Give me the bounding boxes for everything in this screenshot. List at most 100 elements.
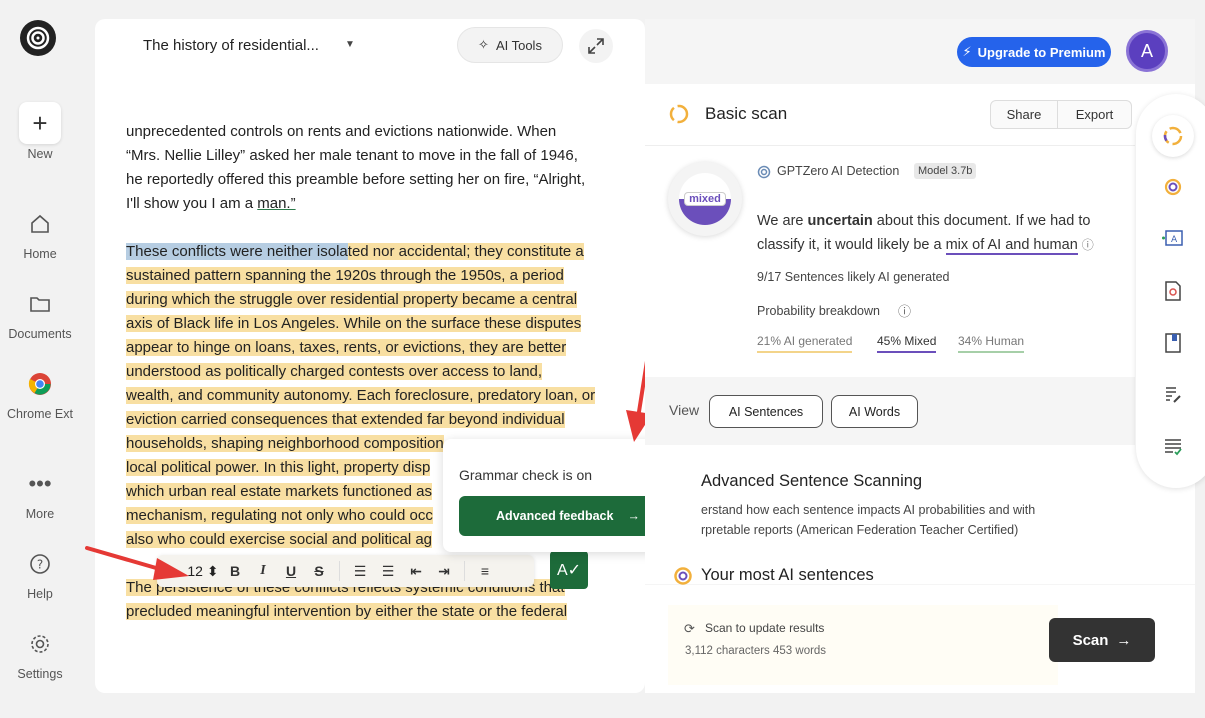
new-document-button[interactable]: + (19, 102, 61, 144)
sparkle-icon: ✧ (478, 37, 489, 52)
highlighted-text: during which the struggle over residenti… (126, 291, 578, 308)
avatar[interactable]: A (1126, 30, 1168, 72)
ai-scan-tool-icon[interactable] (1152, 115, 1194, 157)
text-line: he reportedly offered this preamble befo… (126, 171, 586, 188)
highlighted-text: precluded meaningful intervention by eit… (126, 603, 568, 620)
edit-document-icon[interactable] (1160, 382, 1186, 408)
document-title[interactable]: The history of residential... (143, 37, 319, 54)
book-icon[interactable] (1160, 330, 1186, 356)
expand-icon[interactable] (579, 29, 613, 63)
summary-text: We are (757, 213, 808, 229)
text-line: These conflicts were neither isolated no… (126, 240, 626, 264)
writing-report-icon[interactable]: A (1160, 225, 1186, 251)
folder-icon[interactable] (28, 292, 52, 316)
grammar-check-button[interactable]: A✓ (550, 551, 588, 589)
arrow-right-icon: → (627, 509, 640, 523)
help-icon[interactable]: ? (28, 552, 52, 576)
app-logo-icon[interactable] (20, 20, 56, 56)
refresh-icon: ⟳ (684, 621, 695, 636)
chrome-icon[interactable] (28, 372, 52, 396)
scan-ring-icon (669, 104, 689, 124)
underlined-text: man.” (257, 195, 296, 212)
highlighted-text: mechanism, regulating not only who could… (126, 507, 433, 524)
documents-nav-label[interactable]: Documents (0, 327, 80, 341)
highlighted-text: In this light, property disp (259, 459, 431, 476)
text-line: understood as politically charged contes… (126, 360, 626, 384)
text-line: axis of Black life in Los Angeles. While… (126, 312, 626, 336)
selected-text: These conflicts were neither isola (126, 243, 348, 260)
info-icon[interactable]: ⓘ (1082, 238, 1094, 252)
new-label: New (27, 147, 53, 161)
document-editor[interactable]: The history of residential... ▼ ✧ AI Too… (95, 19, 645, 693)
ai-sentences-button[interactable]: AI Sentences (709, 395, 823, 428)
scan-button[interactable]: Scan → (1049, 618, 1155, 662)
scan-button-label: Scan (1072, 631, 1109, 649)
text-line: eviction carried consequences that exten… (126, 408, 626, 432)
home-icon[interactable] (28, 212, 52, 236)
text-line: I'll show you I am a man.” (126, 192, 626, 216)
highlighted-text: ted nor accidental; they constitute a (347, 243, 584, 260)
highlighted-text: Each foreclosure, predatory loan, or (352, 387, 596, 404)
indent-icon[interactable]: ⇥ (430, 563, 458, 580)
highlighted-text: local political power. (126, 459, 260, 476)
ai-words-button[interactable]: AI Words (831, 395, 918, 428)
help-nav-label[interactable]: Help (0, 587, 80, 601)
home-nav-label[interactable]: Home (0, 247, 80, 261)
upgrade-label: Upgrade to Premium (977, 44, 1106, 60)
text-line: precluded meaningful intervention by eit… (126, 600, 626, 624)
sentences-stat: 9/17 Sentences likely AI generated (757, 270, 950, 284)
formatting-toolbar: 12 ⬍ B I U S ☰ ☰ ⇤ ⇥ ≡ (157, 555, 534, 587)
toolbar-divider (339, 561, 340, 581)
align-left-icon[interactable]: ≡ (471, 563, 499, 579)
gauge-label: mixed (684, 192, 726, 206)
text-line: sustained pattern spanning the 1920s thr… (126, 264, 626, 288)
checklist-icon[interactable] (1160, 434, 1186, 460)
chrome-ext-nav-label[interactable]: Chrome Ext (0, 407, 80, 421)
more-nav-label[interactable]: More (0, 507, 80, 521)
advanced-feedback-label: Advanced feedback (496, 509, 614, 523)
advanced-scanning-desc: erstand how each sentence impacts AI pro… (701, 503, 1036, 517)
arrow-right-icon: → (1116, 631, 1132, 649)
gear-icon[interactable] (28, 632, 52, 656)
italic-icon[interactable]: I (249, 563, 277, 579)
most-ai-sentences-title: Your most AI sentences (701, 566, 874, 584)
scan-title: Basic scan (705, 104, 788, 123)
advanced-scanning-desc: rpretable reports (American Federation T… (701, 523, 1019, 537)
text-line: “Mrs. Nellie Lilley” asked her male tena… (126, 147, 578, 164)
document-search-icon[interactable] (1160, 278, 1186, 304)
highlighted-text: wealth, and community autonomy. (126, 387, 353, 404)
highlighted-text: which urban real estate markets function… (126, 483, 432, 500)
gauge-fill: mixed (679, 173, 731, 225)
ai-ring-icon (674, 567, 692, 585)
gptzero-icon (757, 165, 771, 179)
highlighted-text: While on the surface these disputes (339, 315, 582, 332)
settings-nav-label[interactable]: Settings (0, 667, 80, 681)
detector-tool-icon[interactable] (1160, 174, 1186, 200)
view-label: View (669, 402, 700, 418)
chevron-down-icon[interactable]: ▼ (345, 39, 355, 50)
underline-icon[interactable]: U (277, 563, 305, 579)
red-arrow-icon (85, 546, 189, 580)
numbered-list-icon[interactable]: ☰ (346, 563, 374, 580)
ai-tools-label: AI Tools (495, 37, 542, 53)
outdent-icon[interactable]: ⇤ (402, 563, 430, 580)
left-rail: + New Home Documents Chrome Ext ••• More… (0, 0, 80, 718)
more-dots-icon[interactable]: ••• (28, 471, 52, 496)
info-icon[interactable]: ⓘ (898, 301, 911, 320)
upgrade-premium-button[interactable]: ⚡ Upgrade to Premium (957, 37, 1111, 67)
bullet-list-icon[interactable]: ☰ (374, 563, 402, 580)
toolbar-divider (464, 561, 465, 581)
share-button[interactable]: Share (990, 100, 1058, 129)
svg-text:A: A (1171, 235, 1178, 245)
text-line: appear to hinge on loans, taxes, rents, … (126, 336, 626, 360)
strikethrough-icon[interactable]: S (305, 563, 333, 579)
highlighted-text: sustained pattern spanning the 1920s thr… (126, 267, 564, 284)
prob-human: 34% Human (958, 334, 1025, 353)
export-button[interactable]: Export (1057, 100, 1132, 129)
bold-icon[interactable]: B (221, 563, 249, 579)
highlighted-text: households, shaping neighborhood composi… (126, 435, 444, 452)
highlighted-text: understood as politically charged contes… (126, 363, 543, 380)
ai-tools-button[interactable]: ✧ AI Tools (457, 27, 563, 63)
detector-name: GPTZero AI Detection (777, 164, 900, 178)
